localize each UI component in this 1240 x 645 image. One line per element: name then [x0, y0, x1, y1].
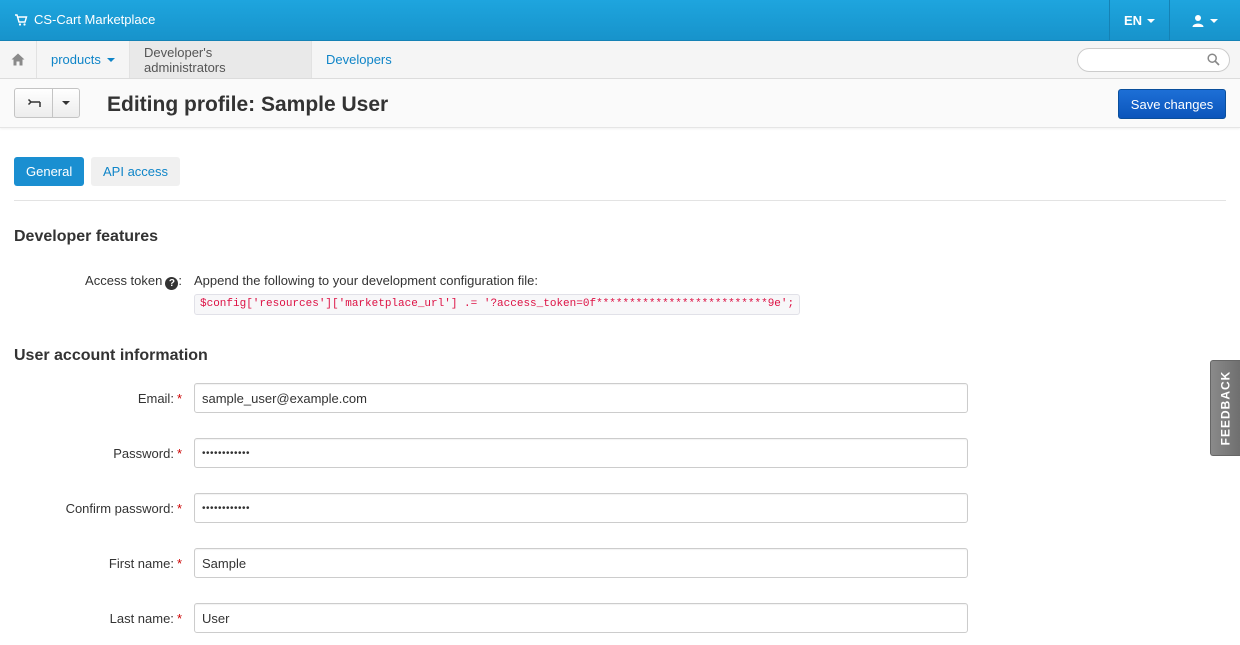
- access-token-label: Access token?:: [85, 273, 182, 290]
- back-button-group: [14, 88, 80, 118]
- back-button[interactable]: [15, 89, 53, 117]
- search-icon[interactable]: [1207, 53, 1220, 66]
- access-token-code: $config['resources']['marketplace_url'] …: [194, 294, 801, 315]
- nav-developers-label: Developers: [326, 52, 392, 67]
- page-title: Editing profile: Sample User: [107, 93, 389, 116]
- access-token-label-text: Access token: [85, 273, 163, 288]
- search-box: [1077, 48, 1230, 72]
- save-changes-button[interactable]: Save changes: [1118, 89, 1226, 119]
- first-name-label-text: First name:: [108, 556, 174, 571]
- required-marker: *: [176, 611, 182, 626]
- home-icon: [11, 53, 25, 66]
- search-input[interactable]: [1088, 49, 1208, 71]
- top-bar: CS-Cart Marketplace EN: [0, 0, 1240, 41]
- nav-developers-administrators-label: Developer's administrators: [144, 44, 226, 75]
- chevron-down-icon: [1147, 18, 1156, 23]
- help-icon[interactable]: ?: [165, 277, 179, 290]
- required-marker: *: [176, 501, 182, 516]
- nav-developers[interactable]: Developers: [312, 41, 406, 78]
- email-field[interactable]: [194, 383, 968, 413]
- access-token-instruction: Append the following to your development…: [194, 273, 538, 288]
- password-label-text: Password:: [113, 446, 174, 461]
- tabs-divider: [14, 200, 1226, 201]
- confirm-password-label: Confirm password: *: [0, 501, 182, 516]
- chevron-down-icon: [62, 101, 70, 105]
- feedback-label: FEEDBACK: [1218, 370, 1233, 446]
- password-label: Password: *: [0, 446, 182, 461]
- first-name-label: First name: *: [0, 556, 182, 571]
- confirm-password-field[interactable]: [194, 493, 968, 523]
- brand-link[interactable]: CS-Cart Marketplace: [14, 12, 155, 27]
- back-dropdown-button[interactable]: [53, 89, 79, 117]
- required-marker: *: [176, 391, 182, 406]
- cart-icon: [15, 13, 28, 26]
- brand-name: CS-Cart Marketplace: [34, 12, 156, 27]
- last-name-label: Last name: *: [0, 611, 182, 626]
- home-button[interactable]: [0, 41, 37, 78]
- confirm-password-label-text: Confirm password:: [65, 501, 174, 516]
- password-field[interactable]: [194, 438, 968, 468]
- tab-general[interactable]: General: [14, 157, 85, 186]
- section-title-user-account: User account information: [14, 347, 208, 364]
- email-label: Email: *: [0, 391, 182, 406]
- nav-developers-administrators[interactable]: Developer's administrators: [130, 41, 312, 78]
- required-marker: *: [176, 446, 182, 461]
- nav-products-label: products: [51, 52, 101, 67]
- tab-api-access[interactable]: API access: [91, 157, 181, 186]
- required-marker: *: [176, 556, 182, 571]
- section-title-developer-features: Developer features: [14, 228, 159, 245]
- back-arrow-icon: [27, 98, 41, 107]
- last-name-label-text: Last name:: [109, 611, 174, 626]
- nav-products[interactable]: products: [37, 41, 130, 78]
- feedback-tab[interactable]: FEEDBACK: [1210, 360, 1240, 456]
- first-name-field[interactable]: [194, 548, 968, 578]
- language-label: EN: [1123, 13, 1143, 28]
- nav-bar: products Developer's administrators Deve…: [0, 41, 1240, 79]
- user-menu[interactable]: [1169, 0, 1240, 41]
- chevron-down-icon: [106, 57, 115, 62]
- language-selector[interactable]: EN: [1109, 0, 1169, 41]
- chevron-down-icon: [1210, 18, 1218, 23]
- user-icon: [1192, 15, 1204, 27]
- last-name-field[interactable]: [194, 603, 968, 633]
- email-label-text: Email:: [137, 391, 174, 406]
